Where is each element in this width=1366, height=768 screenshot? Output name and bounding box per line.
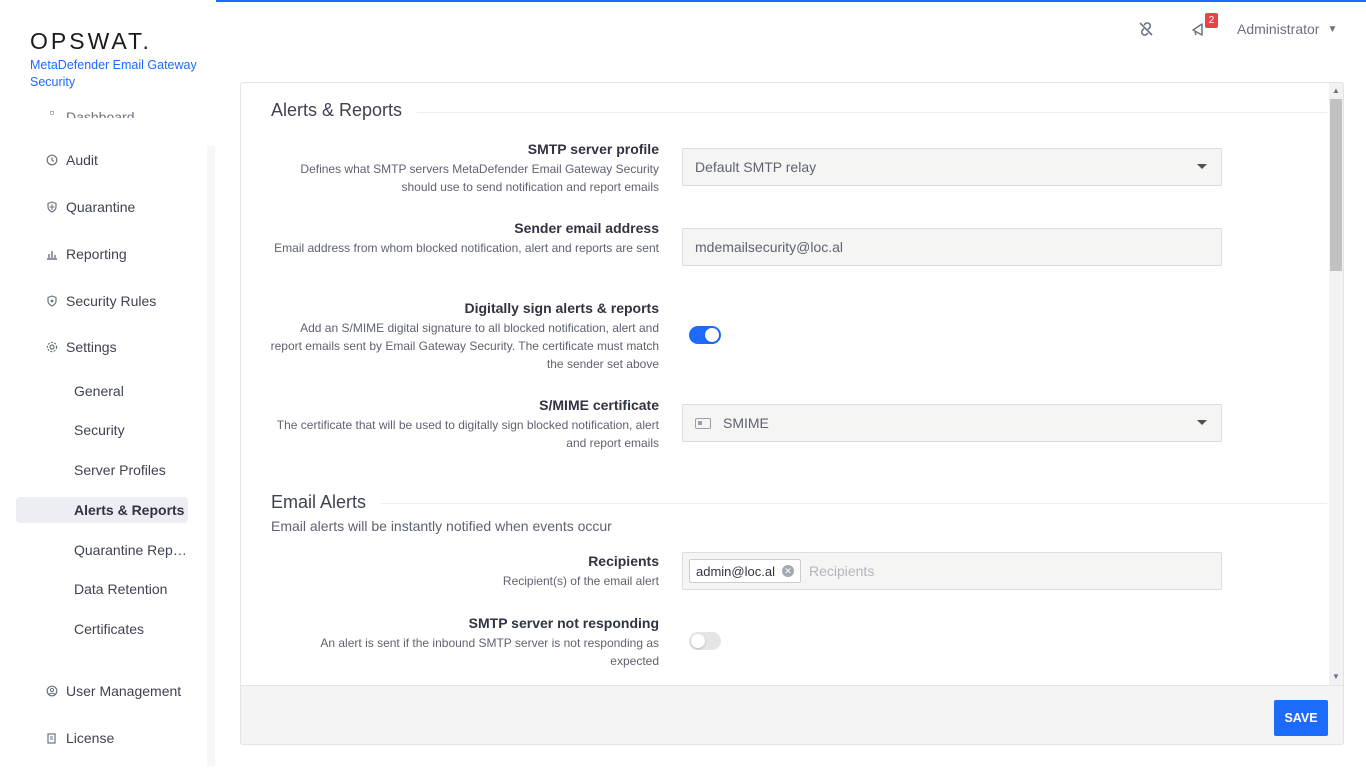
smime-value: SMIME <box>723 415 769 431</box>
smime-select[interactable]: SMIME <box>682 404 1222 442</box>
remove-chip-icon[interactable]: ✕ <box>781 565 794 577</box>
recipient-chip-label: admin@loc.al <box>696 563 775 579</box>
toggle-knob <box>691 634 705 648</box>
sign-label: Digitally sign alerts & reports <box>464 300 660 316</box>
recipients-desc: Recipient(s) of the email alert <box>502 574 659 588</box>
recipient-chip: admin@loc.al ✕ <box>689 559 801 583</box>
save-button[interactable]: SAVE <box>1274 700 1328 736</box>
section-divider <box>417 112 1327 113</box>
scroll-up-icon[interactable]: ▲ <box>1332 86 1340 95</box>
caret-down-icon <box>1197 420 1207 425</box>
sign-desc: Add an S/MIME digital signature to all b… <box>270 321 659 371</box>
sender-email-value: mdemailsecurity@loc.al <box>695 239 844 255</box>
chevron-down-icon: ▼ <box>1327 23 1338 35</box>
sidebar-sub-data-retention[interactable]: Data Retention <box>74 579 167 599</box>
email-alerts-subtitle: Email alerts will be instantly notified … <box>271 518 612 534</box>
license-icon <box>46 732 58 744</box>
scrollbar-thumb[interactable] <box>1330 99 1342 271</box>
panel-footer: SAVE <box>241 685 1343 744</box>
sidebar-sub-alerts-reports[interactable]: Alerts & Reports <box>74 500 184 520</box>
sender-label: Sender email address <box>514 220 659 236</box>
clock-icon <box>46 154 58 166</box>
smtp-profile-desc: Defines what SMTP servers MetaDefender E… <box>300 162 659 194</box>
shield-check-icon <box>46 295 58 307</box>
sender-desc: Email address from whom blocked notifica… <box>274 241 659 255</box>
sidebar-item-dashboard[interactable]: ▫ Dashboard <box>46 104 135 118</box>
sidebar-item-audit[interactable]: Audit <box>46 149 98 171</box>
chart-icon <box>46 248 58 260</box>
sidebar-item-label: Audit <box>66 152 98 168</box>
sidebar-sub-security[interactable]: Security <box>74 420 125 440</box>
notification-badge: 2 <box>1205 13 1218 28</box>
sidebar-sub-server-profiles[interactable]: Server Profiles <box>74 460 166 480</box>
sidebar-scrollbar[interactable] <box>207 146 215 766</box>
section-divider <box>381 503 1327 504</box>
toggle-knob <box>705 328 719 342</box>
alerts-reports-title: Alerts & Reports <box>271 100 403 120</box>
sidebar-item-license[interactable]: License <box>46 727 114 749</box>
sidebar: OPSWAT. MetaDefender Email Gateway Secur… <box>0 0 216 768</box>
panel-scrollbar[interactable]: ▲ ▼ <box>1329 83 1343 685</box>
gear-icon <box>46 341 58 353</box>
sidebar-item-label: User Management <box>66 683 182 699</box>
sender-email-input[interactable]: mdemailsecurity@loc.al <box>682 228 1222 266</box>
dashboard-icon: ▫ <box>49 104 55 118</box>
top-accent-line <box>30 0 1366 2</box>
caret-down-icon <box>1197 164 1207 169</box>
email-alerts-title: Email Alerts <box>271 492 367 512</box>
smtp-not-responding-label: SMTP server not responding <box>468 615 659 631</box>
scroll-down-icon[interactable]: ▼ <box>1332 672 1340 681</box>
sidebar-item-label: Reporting <box>66 246 127 262</box>
smtp-not-responding-toggle[interactable] <box>689 632 721 650</box>
recipients-input[interactable]: admin@loc.al ✕ Recipients <box>682 552 1222 590</box>
sidebar-item-label: Security Rules <box>66 293 157 309</box>
opswat-logo: OPSWAT. <box>30 28 152 54</box>
smime-label: S/MIME certificate <box>539 397 659 413</box>
sidebar-item-label: Settings <box>66 339 117 355</box>
sidebar-item-security-rules[interactable]: Security Rules <box>46 290 156 312</box>
smime-desc: The certificate that will be used to dig… <box>276 418 659 450</box>
sidebar-item-reporting[interactable]: Reporting <box>46 243 127 265</box>
smtp-profile-label: SMTP server profile <box>527 141 659 157</box>
settings-panel: Alerts & Reports SMTP server profile Def… <box>240 82 1344 745</box>
certificate-icon <box>695 417 711 429</box>
sidebar-item-quarantine[interactable]: Quarantine <box>46 196 135 218</box>
sidebar-sub-certificates[interactable]: Certificates <box>74 619 144 639</box>
user-name: Administrator <box>1237 21 1320 37</box>
sign-toggle[interactable] <box>689 326 721 344</box>
smtp-not-responding-desc: An alert is sent if the inbound SMTP ser… <box>320 636 659 668</box>
sidebar-item-label: License <box>66 730 115 746</box>
recipients-label: Recipients <box>588 553 659 569</box>
smtp-profile-value: Default SMTP relay <box>695 159 817 175</box>
user-menu[interactable]: Administrator ▼ <box>1237 21 1337 37</box>
shield-icon <box>46 201 58 213</box>
recipients-placeholder: Recipients <box>808 563 875 579</box>
sidebar-item-label: Quarantine <box>66 199 136 215</box>
sidebar-item-user-management[interactable]: User Management <box>46 680 181 702</box>
smtp-profile-select[interactable]: Default SMTP relay <box>682 148 1222 186</box>
sidebar-sub-quarantine-reports[interactable]: Quarantine Rep… <box>74 540 187 560</box>
product-name: MetaDefender Email Gateway Security <box>30 58 197 89</box>
user-circle-icon <box>46 685 58 697</box>
unlink-icon[interactable] <box>1137 20 1157 40</box>
sidebar-item-settings[interactable]: Settings <box>46 336 117 358</box>
sidebar-sub-general[interactable]: General <box>74 381 124 401</box>
